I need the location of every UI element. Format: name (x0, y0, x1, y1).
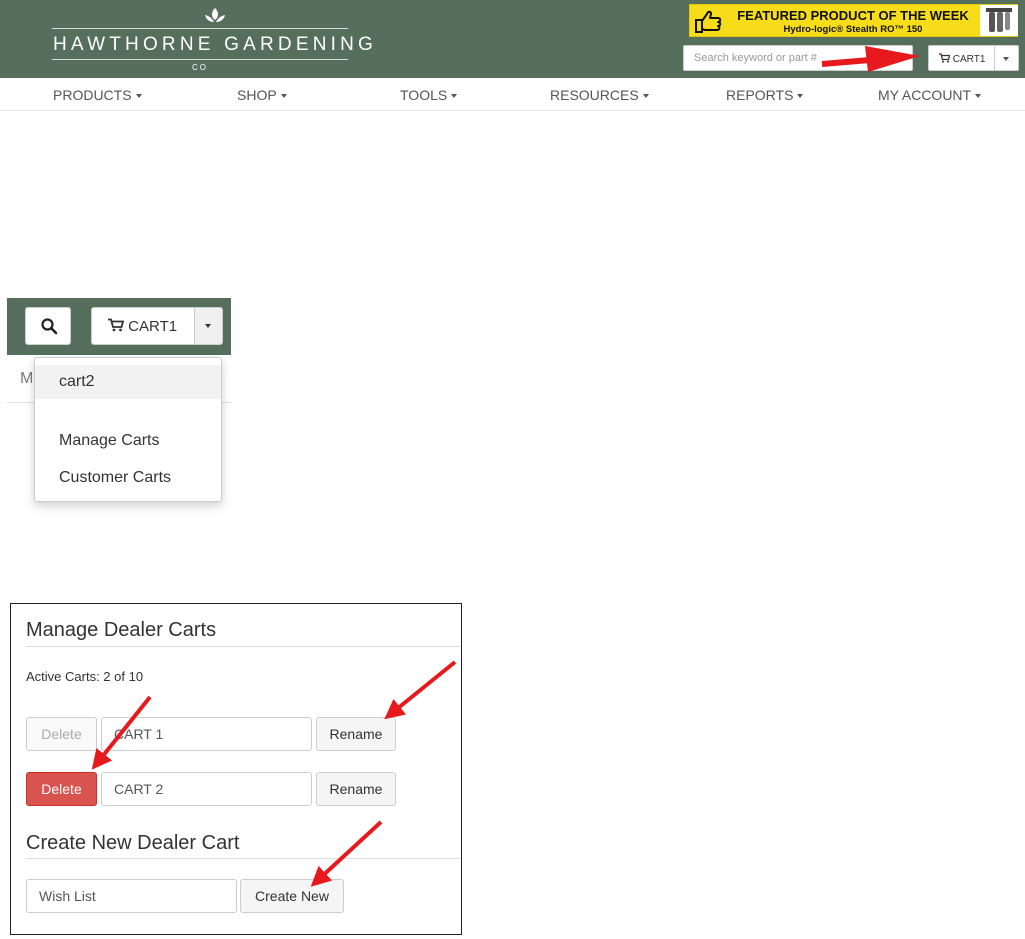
caret-down-icon (797, 94, 804, 99)
nav-label: REPORTS (726, 87, 794, 103)
nav-products[interactable]: PRODUCTS (53, 87, 142, 103)
nav-resources[interactable]: RESOURCES (550, 87, 649, 103)
cart-1-name-field[interactable]: CART 1 (101, 717, 312, 751)
logo-suffix: CO (192, 63, 208, 72)
logo-rule-bottom (52, 59, 348, 60)
search-input[interactable]: Search keyword or part # (683, 45, 913, 71)
caret-down-icon (451, 94, 458, 99)
create-new-cart-button[interactable]: Create New (240, 879, 344, 913)
nav-label: SHOP (237, 87, 277, 103)
cart-2-name-field[interactable]: CART 2 (101, 772, 312, 806)
nav-shop[interactable]: SHOP (237, 87, 287, 103)
logo-name: HAWTHORNE GARDENING (53, 34, 377, 55)
main-nav: PRODUCTS SHOP TOOLS RESOURCES REPORTS MY… (0, 78, 1025, 111)
caret-down-icon (280, 94, 287, 99)
search-icon (41, 318, 58, 335)
caret-down-icon (975, 94, 982, 99)
caret-down-icon (1003, 57, 1009, 61)
divider (26, 858, 461, 859)
product-image-icon (980, 5, 1018, 36)
dropdown-item-manage-carts[interactable]: Manage Carts (35, 424, 221, 458)
site-header: HAWTHORNE GARDENING CO FEATURED PRODUCT … (0, 0, 1025, 78)
search-button[interactable] (25, 307, 71, 345)
nav-tools[interactable]: TOOLS (400, 87, 458, 103)
delete-cart-1-button[interactable]: Delete (26, 717, 97, 751)
zoomed-cart-button[interactable]: CART1 (91, 307, 195, 345)
manage-carts-panel: Manage Dealer Carts Active Carts: 2 of 1… (10, 603, 462, 935)
cart-dropdown-toggle[interactable] (995, 45, 1019, 71)
divider (26, 646, 461, 647)
nav-label: TOOLS (400, 87, 448, 103)
caret-down-icon (205, 324, 211, 328)
caret-down-icon (135, 94, 142, 99)
nav-reports[interactable]: REPORTS (726, 87, 804, 103)
banner-title: FEATURED PRODUCT OF THE WEEK (737, 8, 969, 23)
cart-button[interactable]: CART1 (928, 45, 995, 71)
new-cart-name-input[interactable]: Wish List (26, 879, 237, 913)
nav-my-account[interactable]: MY ACCOUNT (878, 87, 982, 103)
rename-cart-1-button[interactable]: Rename (316, 717, 396, 751)
cart-dropdown-menu: cart2 Manage Carts Customer Carts (34, 357, 222, 502)
leaf-icon (205, 8, 225, 22)
thumbs-up-icon (695, 10, 722, 33)
delete-cart-2-button[interactable]: Delete (26, 772, 97, 806)
cart-icon (939, 53, 953, 65)
manage-carts-title: Manage Dealer Carts (26, 619, 217, 641)
featured-product-banner[interactable]: FEATURED PRODUCT OF THE WEEK Hydro-logic… (689, 4, 1018, 37)
partial-nav-label: M (20, 370, 34, 387)
banner-subtitle: Hydro-logic® Stealth RO™ 150 (783, 24, 923, 35)
create-cart-title: Create New Dealer Cart (26, 832, 240, 854)
cart-label: CART1 (128, 318, 178, 335)
site-logo[interactable]: HAWTHORNE GARDENING CO (50, 4, 380, 74)
cart-icon (108, 318, 128, 335)
rename-cart-2-button[interactable]: Rename (316, 772, 396, 806)
logo-rule-top (52, 28, 348, 29)
dropdown-item-cart2[interactable]: cart2 (35, 365, 221, 399)
caret-down-icon (642, 94, 649, 99)
nav-label: PRODUCTS (53, 87, 132, 103)
nav-label: RESOURCES (550, 87, 639, 103)
active-carts-count: Active Carts: 2 of 10 (26, 669, 144, 684)
dropdown-item-customer-carts[interactable]: Customer Carts (35, 461, 221, 495)
cart-dropdown-toggle[interactable] (194, 307, 223, 345)
nav-label: MY ACCOUNT (878, 87, 972, 103)
cart-label: CART1 (952, 54, 986, 65)
